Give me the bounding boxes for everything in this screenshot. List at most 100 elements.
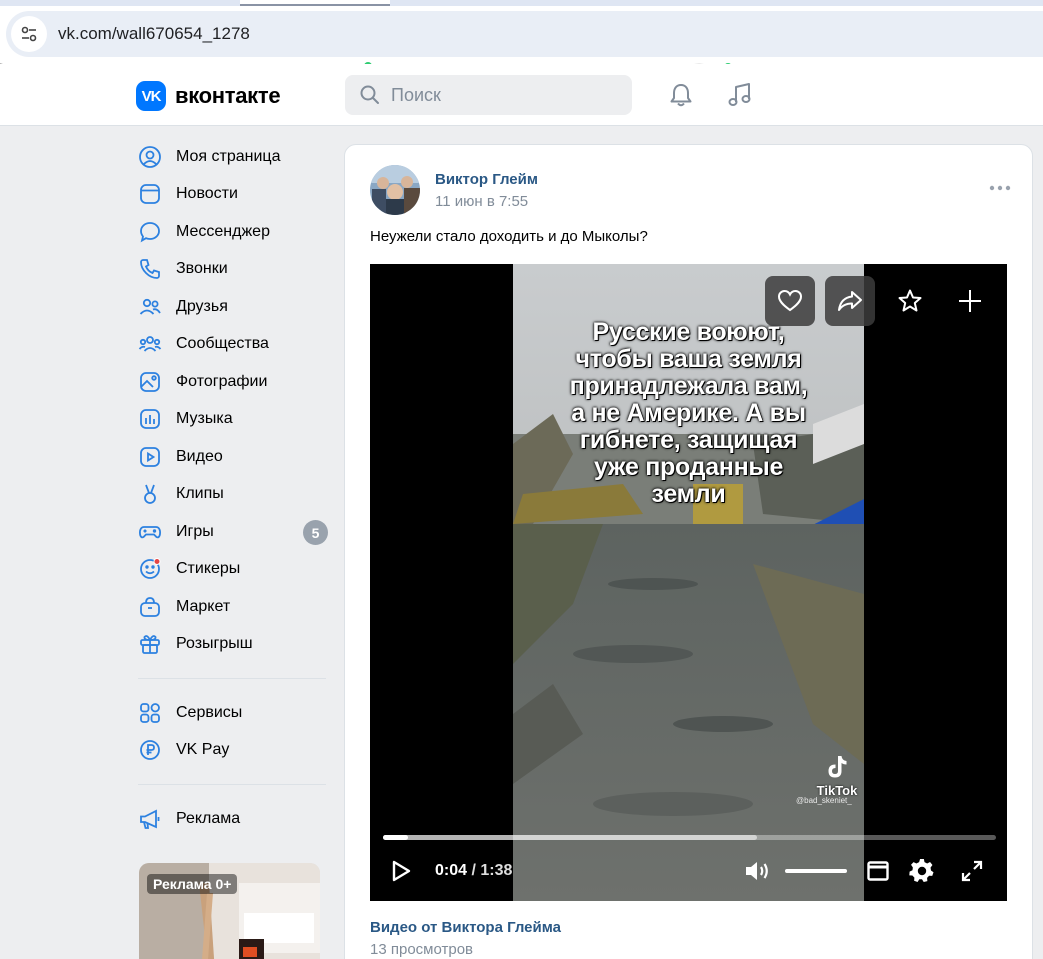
nav-label: Видео: [176, 447, 223, 465]
vkpay-icon: [136, 736, 164, 764]
video-title[interactable]: Видео от Виктора Глейма: [370, 919, 561, 936]
video-buffered-bar: [383, 835, 757, 840]
miniplayer-icon: [867, 861, 889, 881]
nav-item-ads[interactable]: Реклама: [136, 800, 336, 838]
nav-label: Новости: [176, 185, 238, 203]
share-icon: [838, 291, 862, 311]
nav-label: Мессенджер: [176, 222, 270, 240]
nav-item-market[interactable]: Маркет: [136, 588, 336, 626]
volume-slider[interactable]: [785, 869, 847, 873]
play-button[interactable]: [386, 856, 416, 886]
fullscreen-icon: [961, 860, 983, 882]
overlay-line: уже проданные: [593, 453, 784, 481]
nav-item-news[interactable]: Новости: [136, 176, 336, 214]
bell-icon[interactable]: [665, 79, 697, 111]
nav-label: Игры: [176, 522, 214, 540]
music-icon[interactable]: [724, 79, 756, 111]
share-video-button[interactable]: [825, 276, 875, 326]
gear-icon: [909, 858, 934, 882]
phone-icon: [136, 255, 164, 283]
site-info-icon[interactable]: [11, 16, 47, 52]
avatar[interactable]: [370, 165, 420, 215]
nav-divider: [138, 784, 326, 785]
play-icon: [392, 860, 411, 882]
heart-icon: [777, 289, 803, 312]
address-bar: vk.com/wall670654_1278: [0, 6, 1043, 64]
nav-label: Маркет: [176, 597, 231, 615]
nav-item-services[interactable]: Сервисы: [136, 694, 336, 732]
nav-label: Звонки: [176, 260, 228, 278]
nav-item-music[interactable]: Музыка: [136, 401, 336, 439]
vk-logo-icon: VK: [136, 81, 166, 111]
nav-label: Розыгрыш: [176, 635, 253, 653]
nav-item-clips[interactable]: Клипы: [136, 476, 336, 514]
nav-item-friends[interactable]: Друзья: [136, 288, 336, 326]
games-icon: [136, 518, 164, 546]
like-video-button[interactable]: [765, 276, 815, 326]
video-progress-bar[interactable]: [383, 835, 996, 840]
nav-label: Стикеры: [176, 560, 241, 578]
nav-item-my-page[interactable]: Моя страница: [136, 138, 336, 176]
more-options-icon[interactable]: [988, 181, 1012, 193]
favorite-video-button[interactable]: [885, 276, 935, 326]
nav-divider: [138, 678, 326, 679]
overlay-line: гибнете, защищая: [579, 426, 798, 454]
messenger-icon: [136, 218, 164, 246]
video-player[interactable]: Русские воюют, чтобы ваша земля принадле…: [370, 264, 1007, 901]
news-icon: [136, 180, 164, 208]
add-video-button[interactable]: [945, 276, 995, 326]
vk-header: VK вконтакте: [0, 64, 1043, 126]
profile-icon: [136, 143, 164, 171]
nav-item-games[interactable]: Игры 5: [136, 513, 336, 551]
time-separator: /: [467, 862, 481, 879]
plus-icon: [959, 290, 981, 312]
search-icon: [360, 85, 379, 104]
nav-label: Сообщества: [176, 335, 269, 353]
volume-button[interactable]: [742, 856, 772, 886]
nav-label: Клипы: [176, 485, 224, 503]
left-nav: Моя страница Новости Мессенджер Звонки Д…: [136, 138, 336, 838]
ad-card[interactable]: Реклама 0+: [139, 863, 320, 959]
settings-button[interactable]: [907, 856, 937, 886]
current-time: 0:04: [435, 862, 468, 879]
nav-item-photos[interactable]: Фотографии: [136, 363, 336, 401]
nav-item-vk-pay[interactable]: VK Pay: [136, 732, 336, 770]
star-icon: [898, 289, 922, 312]
fullscreen-button[interactable]: [958, 856, 986, 886]
megaphone-icon: [136, 805, 164, 833]
ad-label: Реклама 0+: [147, 874, 238, 894]
communities-icon: [136, 330, 164, 358]
friends-icon: [136, 293, 164, 321]
clips-icon: [136, 480, 164, 508]
services-icon: [136, 699, 164, 727]
video-icon: [136, 443, 164, 471]
nav-item-calls[interactable]: Звонки: [136, 251, 336, 289]
post-text: Неужели стало доходить и до Мыколы?: [370, 228, 648, 245]
omnibox[interactable]: vk.com/wall670654_1278: [6, 11, 1043, 57]
duration: 1:38: [480, 862, 513, 879]
nav-label: Музыка: [176, 410, 233, 428]
wall-post: Виктор Глейм 11 июн в 7:55 Неужели стало…: [344, 144, 1033, 959]
overlay-line: а не Америке. А вы: [571, 399, 806, 427]
search-box[interactable]: [345, 75, 632, 115]
post-author[interactable]: Виктор Глейм: [435, 171, 538, 188]
nav-label: Реклама: [176, 809, 241, 827]
url-text[interactable]: vk.com/wall670654_1278: [58, 24, 250, 44]
nav-item-communities[interactable]: Сообщества: [136, 326, 336, 364]
nav-item-messenger[interactable]: Мессенджер: [136, 213, 336, 251]
tiktok-watermark: TikTok: [814, 754, 860, 798]
video-overlay-text: Русские воюют, чтобы ваша земля принадле…: [513, 319, 864, 508]
nav-item-stickers[interactable]: Стикеры: [136, 551, 336, 589]
video-time: 0:04 / 1:38: [435, 862, 512, 880]
nav-label: Моя страница: [176, 147, 281, 165]
vk-logo-text: вконтакте: [175, 83, 281, 108]
nav-item-giveaway[interactable]: Розыгрыш: [136, 626, 336, 664]
music-icon: [136, 405, 164, 433]
miniplayer-button[interactable]: [865, 856, 891, 886]
vk-logo[interactable]: VK вконтакте: [136, 81, 281, 111]
stickers-icon: [136, 555, 164, 583]
search-input[interactable]: [391, 84, 611, 106]
video-played-bar: [383, 835, 409, 840]
post-date[interactable]: 11 июн в 7:55: [435, 193, 528, 210]
nav-item-video[interactable]: Видео: [136, 438, 336, 476]
